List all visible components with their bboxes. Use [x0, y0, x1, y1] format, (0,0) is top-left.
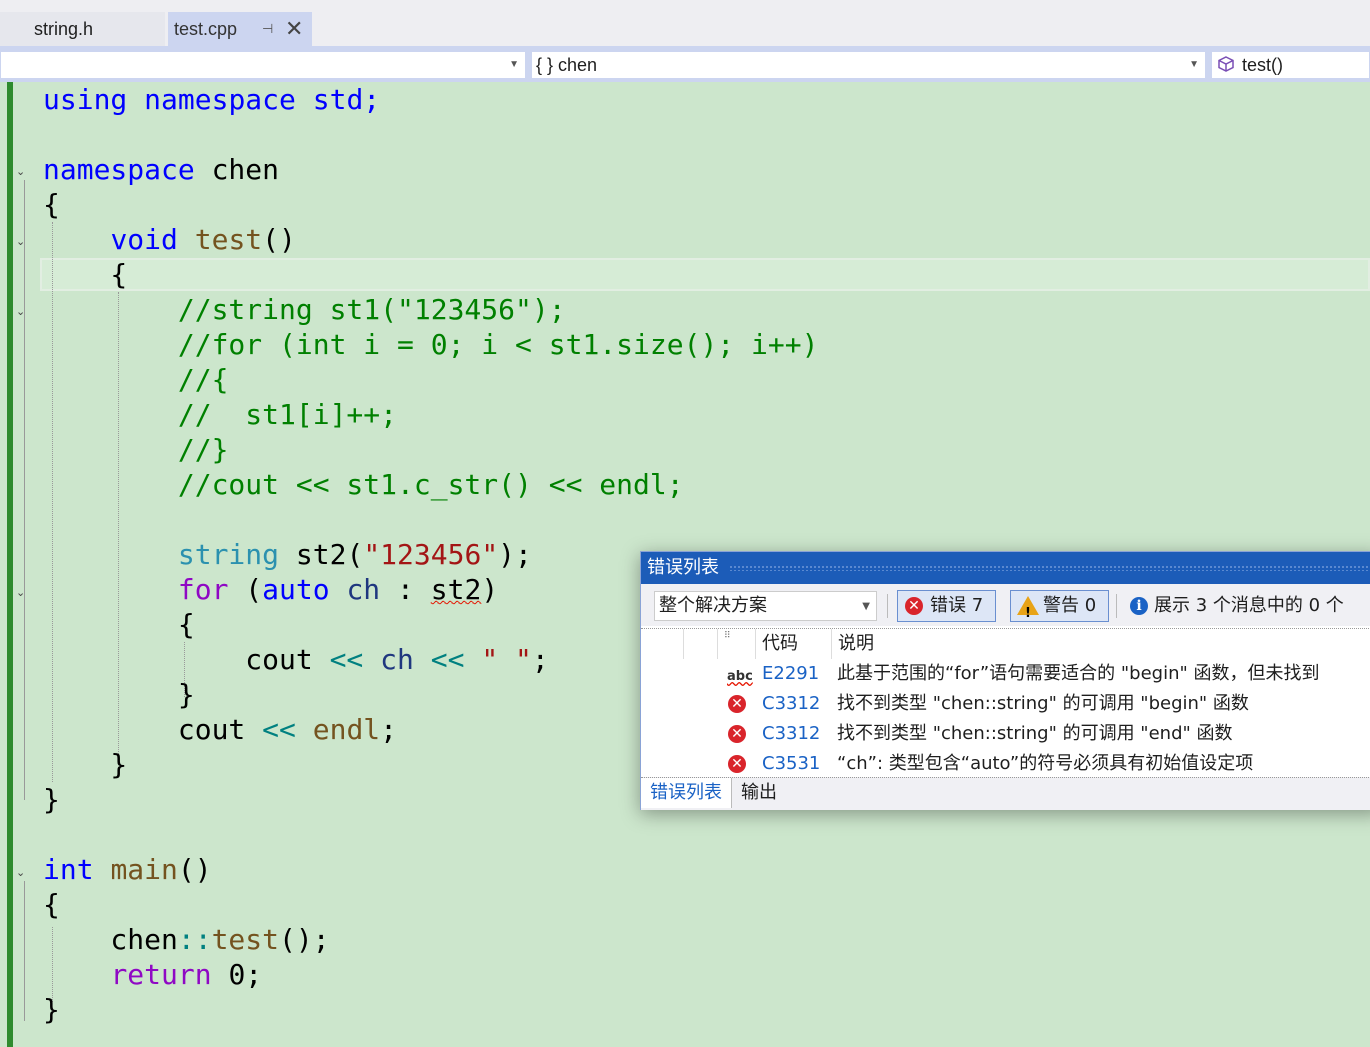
- scope-label: { } chen: [536, 55, 598, 75]
- fold-toggle-icon[interactable]: ⌄: [16, 236, 30, 248]
- error-icon: ✕: [905, 597, 923, 615]
- tab-output[interactable]: 输出: [741, 778, 777, 808]
- code-line-6: {: [43, 258, 128, 291]
- table-row[interactable]: ✕ C3312 找不到类型 "chen::string" 的可调用 "begin…: [641, 689, 1370, 719]
- fold-range-line: [24, 881, 25, 1021]
- fold-toggle-icon[interactable]: ⌄: [16, 166, 30, 178]
- messages-filter-button[interactable]: i 展示 3 个消息中的 0 个: [1121, 590, 1370, 622]
- column-header-blank[interactable]: [683, 629, 720, 659]
- panel-title: 错误列表: [647, 557, 719, 578]
- column-header-code[interactable]: 代码: [755, 629, 832, 659]
- toolbar-separator: [887, 594, 888, 618]
- tab-error-list[interactable]: 错误列表: [641, 778, 732, 808]
- scope-dropdown[interactable]: { } chen ▼: [531, 51, 1206, 79]
- error-code-link[interactable]: C3531: [762, 749, 820, 779]
- error-description: 找不到类型 "chen::string" 的可调用 "end" 函数: [837, 723, 1233, 744]
- code-line-19: cout << endl;: [43, 713, 398, 746]
- code-line-15: for (auto ch : st2): [177, 573, 499, 606]
- navigation-bar: ▼ { } chen ▼ test(): [0, 51, 1370, 79]
- code-line-4: {: [43, 188, 60, 221]
- code-line-24: {: [43, 888, 60, 921]
- close-icon[interactable]: ✕: [285, 12, 303, 46]
- code-line-3: namespace chen: [43, 153, 280, 186]
- tab-bar: string.h test.cpp ⊣ ✕: [0, 0, 1370, 46]
- code-line-11: //}: [43, 433, 229, 466]
- code-line-12: //cout << st1.c_str() << endl;: [43, 468, 684, 501]
- title-grip: [729, 565, 1370, 571]
- error-icon: ✕: [728, 725, 746, 743]
- fold-toggle-icon[interactable]: ⌄: [16, 587, 30, 599]
- code-line-27: }: [43, 993, 60, 1026]
- table-row[interactable]: ✕ C3531 “ch”: 类型包含“auto”的符号必须具有初始值设定项: [641, 749, 1370, 779]
- tab-label: string.h: [34, 19, 94, 39]
- change-indicator-bar: [7, 82, 13, 1047]
- errors-filter-button[interactable]: ✕ 错误 7: [897, 590, 996, 622]
- spell-check-icon: abc: [727, 669, 753, 684]
- error-list-panel: 错误列表 整个解决方案 ▼ ✕ 错误 7 ! 警告 0 i 展示 3 个消息中的…: [640, 551, 1370, 810]
- project-dropdown[interactable]: ▼: [0, 51, 526, 79]
- code-line-26: return 0;: [110, 958, 263, 991]
- code-line-7: //string st1("123456");: [43, 293, 566, 326]
- fold-toggle-icon[interactable]: ⌄: [16, 867, 30, 879]
- tab-string-h[interactable]: string.h: [0, 12, 165, 46]
- table-row[interactable]: ✕ C3312 找不到类型 "chen::string" 的可调用 "end" …: [641, 719, 1370, 749]
- method-cube-icon: [1218, 56, 1234, 72]
- code-line-17: cout << ch << " ";: [43, 643, 549, 676]
- member-dropdown[interactable]: test(): [1211, 51, 1370, 79]
- warning-icon: !: [1017, 596, 1039, 621]
- error-icon: ✕: [728, 695, 746, 713]
- code-line-25: chen::test();: [43, 923, 330, 956]
- tab-test-cpp[interactable]: test.cpp ⊣ ✕: [168, 12, 312, 46]
- panel-bottom-tabs: 错误列表 输出: [641, 777, 1370, 810]
- code-line-16: {: [43, 608, 195, 641]
- error-description: 此基于范围的“for”语句需要适合的 "begin" 函数，但未找到: [837, 663, 1320, 684]
- error-code-link[interactable]: C3312: [762, 689, 820, 719]
- fold-toggle-icon[interactable]: ⌄: [16, 306, 30, 318]
- toolbar-separator: [1116, 594, 1117, 618]
- code-line-10: // st1[i]++;: [43, 398, 398, 431]
- column-header-description[interactable]: 说明: [831, 629, 1370, 659]
- code-line-23: int main(): [43, 853, 212, 886]
- error-code-link[interactable]: E2291: [762, 659, 819, 689]
- error-list-title-bar[interactable]: 错误列表: [641, 552, 1370, 584]
- fold-range-line: [24, 180, 25, 800]
- info-icon: i: [1130, 597, 1148, 615]
- error-icon: ✕: [728, 755, 746, 773]
- table-row[interactable]: abc E2291 此基于范围的“for”语句需要适合的 "begin" 函数，…: [641, 659, 1370, 689]
- error-description: 找不到类型 "chen::string" 的可调用 "begin" 函数: [837, 693, 1249, 714]
- code-line-8: //for (int i = 0; i < st1.size(); i++): [43, 328, 819, 361]
- sort-handle-icon[interactable]: ⠿: [717, 629, 760, 659]
- code-line-21: }: [43, 783, 60, 816]
- scope-filter-select[interactable]: 整个解决方案 ▼: [654, 591, 877, 621]
- code-line-18: }: [43, 678, 195, 711]
- chevron-down-icon: ▼: [1189, 59, 1199, 70]
- chevron-down-icon: ▼: [862, 601, 870, 612]
- warnings-filter-button[interactable]: ! 警告 0: [1010, 590, 1109, 622]
- code-line-9: //{: [43, 363, 229, 396]
- code-line-5: void test(): [110, 223, 296, 256]
- error-code-link[interactable]: C3312: [762, 719, 820, 749]
- pin-icon[interactable]: ⊣: [262, 12, 273, 46]
- member-label: test(): [1242, 55, 1284, 75]
- current-line-highlight: [40, 258, 1370, 291]
- code-line-20: }: [43, 748, 128, 781]
- error-list-toolbar: 整个解决方案 ▼ ✕ 错误 7 ! 警告 0 i 展示 3 个消息中的 0 个: [641, 584, 1370, 626]
- error-description: “ch”: 类型包含“auto”的符号必须具有初始值设定项: [837, 753, 1254, 774]
- chevron-down-icon: ▼: [509, 59, 519, 70]
- tab-label: test.cpp: [174, 19, 238, 39]
- code-line-14: string st2("123456");: [177, 538, 532, 571]
- error-list-header: ⠿ 代码 说明: [641, 628, 1370, 659]
- code-line-1: using namespace std;: [43, 83, 381, 116]
